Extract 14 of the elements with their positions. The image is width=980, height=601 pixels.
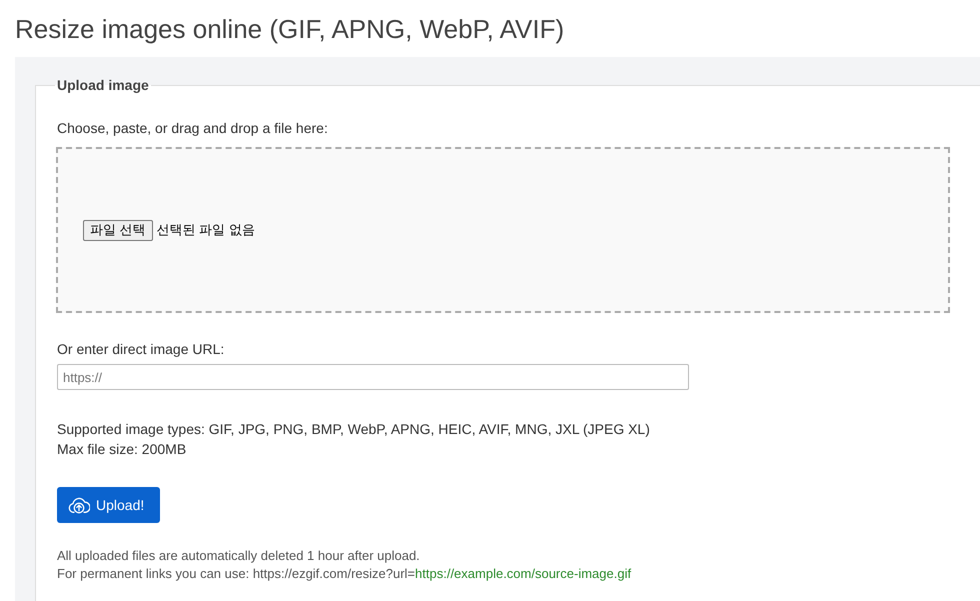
file-drop-zone[interactable]: 파일 선택 선택된 파일 없음 [56, 147, 950, 313]
url-input-field[interactable]: https:// [57, 364, 689, 390]
fieldset-legend: Upload image [55, 77, 151, 94]
page-title: Resize images online (GIF, APNG, WebP, AVIF) [15, 13, 564, 45]
cloud-upload-icon [68, 496, 90, 514]
max-size-text: Max file size: 200MB [57, 440, 188, 459]
auto-delete-note: All uploaded files are automatically deleted 1 hour after upload. [57, 547, 421, 565]
supported-types-text: Supported image types: GIF, JPG, PNG, BMP, WebP, APNG, HEIC, AVIF, MNG, JXL (JPEG XL) [57, 420, 651, 439]
url-label: Or enter direct image URL: [57, 340, 226, 359]
permanent-link-note: For permanent links you can use: https://ezgif.com/resize?url=https://example.com/source-image.gif [57, 565, 632, 583]
file-status-text: 선택된 파일 없음 [156, 221, 255, 239]
dropzone-label: Choose, paste, or drag and drop a file here: [57, 119, 329, 138]
upload-button[interactable]: Upload! [57, 487, 160, 523]
choose-file-button[interactable]: 파일 선택 [83, 220, 153, 240]
